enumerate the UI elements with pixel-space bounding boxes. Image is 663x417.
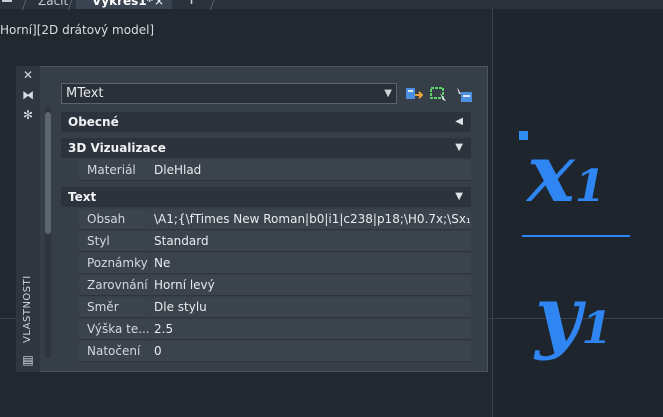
object-type-select[interactable]: MText ▼ [61,83,397,104]
property-value[interactable]: Standard [150,231,471,252]
numerator-text: x [527,126,575,220]
palette-scroll-thumb[interactable] [45,112,51,234]
new-tab-button[interactable]: + [184,0,199,8]
object-type-value: MText [66,86,104,101]
tab-drawing1-label: Výkres1* [92,0,153,8]
property-key: Zarovnání [79,275,149,296]
tab-drawing1[interactable]: Výkres1* × [76,0,172,9]
section-3d-visualization[interactable]: 3D Vizualizace ▼ [61,138,471,158]
select-objects-icon[interactable] [430,86,448,103]
property-key: Výška te... [79,319,149,340]
property-key: Natočení [79,341,149,362]
stacked-text-denominator[interactable]: y1 [535,270,612,374]
property-value[interactable]: 0 [150,341,471,362]
fraction-bar [522,235,630,237]
stacked-text-numerator[interactable]: x1 [527,128,605,232]
row-gutter [61,253,79,274]
chevron-left-icon: ◀ [455,116,463,127]
tab-separator [67,0,74,10]
section-text[interactable]: Text ▼ [61,187,471,207]
menu-icon[interactable] [2,0,12,9]
property-row[interactable]: Obsah \A1;{\fTimes New Roman|b0|i1|c238|… [61,209,471,230]
property-row[interactable]: Styl Standard [61,231,471,252]
palette-icon: ▤ [22,353,34,367]
row-gutter [61,160,79,181]
close-icon[interactable]: ✕ [21,68,35,82]
close-icon[interactable]: × [154,0,164,9]
property-row[interactable]: Poznámky Ne [61,253,471,274]
toggle-pickadd-icon[interactable] [455,86,473,103]
row-gutter [61,231,79,252]
chevron-down-icon: ▼ [455,191,463,202]
pin-icon[interactable]: ⧓ [21,88,35,102]
property-row[interactable]: Materiál DleHlad [61,160,471,181]
tab-separator [21,0,28,10]
palette-title: VLASTNOSTI [22,275,33,343]
tab-start[interactable]: Začít [38,0,68,9]
section-3d-visualization-label: 3D Vizualizace [68,141,166,155]
row-gutter [61,341,79,362]
chevron-down-icon: ▼ [455,142,463,153]
property-value[interactable]: \A1;{\fTimes New Roman|b0|i1|c238|p18;\H… [150,209,471,230]
property-value[interactable]: DleHlad [150,160,471,181]
document-tab-bar: Začít Výkres1* × + [0,0,663,10]
row-gutter [61,275,79,296]
property-row[interactable]: Směr Dle stylu [61,297,471,318]
property-key: Poznámky [79,253,149,274]
section-text-label: Text [68,190,97,204]
row-gutter [61,209,79,230]
viewport-border [492,9,493,417]
quick-select-icon[interactable] [405,86,425,103]
viewport-controls[interactable]: Horní][2D drátový model] [0,23,154,37]
property-row[interactable]: Zarovnání Horní levý [61,275,471,296]
section-general[interactable]: Obecné ◀ [61,112,471,132]
property-value[interactable]: 2.5 [150,319,471,340]
denominator-subscript: 1 [581,303,613,354]
property-key: Obsah [79,209,149,230]
property-key: Styl [79,231,149,252]
denominator-text: y [535,268,582,362]
row-gutter [61,297,79,318]
property-key: Materiál [79,160,149,181]
property-row[interactable]: Výška te... 2.5 [61,319,471,340]
property-key: Směr [79,297,149,318]
property-value[interactable]: Ne [150,253,471,274]
numerator-subscript: 1 [574,161,606,212]
property-value[interactable]: Dle stylu [150,297,471,318]
property-value[interactable]: Horní levý [150,275,471,296]
property-row[interactable]: Natočení 0 [61,341,471,362]
settings-icon[interactable]: ✻ [21,108,35,122]
chevron-down-icon: ▼ [384,88,392,99]
row-gutter [61,319,79,340]
tab-separator [209,0,216,10]
section-general-label: Obecné [68,115,119,129]
